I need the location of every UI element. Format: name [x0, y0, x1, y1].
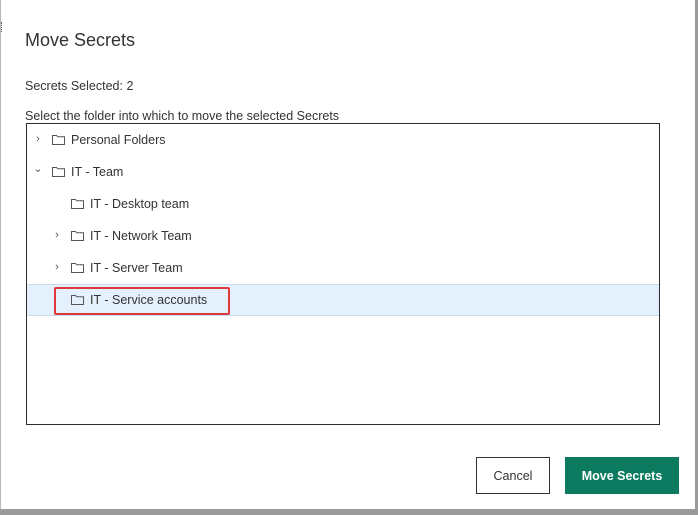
dialog-title: Move Secrets: [25, 30, 136, 50]
folder-icon: [52, 134, 65, 145]
folder-icon: [71, 294, 84, 305]
chevron-right-icon[interactable]: ›: [52, 229, 62, 241]
resize-mark: [1, 22, 4, 32]
tree-node-label: Personal Folders: [71, 133, 166, 147]
tree-node-label: IT - Team: [71, 165, 124, 179]
tree-node-it-service-accounts[interactable]: IT - Service accounts: [27, 284, 659, 316]
move-secrets-dialog: Move Secrets Secrets Selected: 2 Select …: [0, 0, 695, 509]
folder-icon: [71, 198, 84, 209]
chevron-down-icon[interactable]: ⌄: [33, 163, 43, 175]
folder-icon: [71, 262, 84, 273]
tree-node-label: IT - Desktop team: [90, 197, 190, 211]
tree-node-it-team[interactable]: ⌄ IT - Team: [27, 156, 659, 188]
tree-node-it-desktop-team[interactable]: IT - Desktop team: [27, 188, 659, 220]
folder-icon: [52, 166, 65, 177]
chevron-right-icon[interactable]: ›: [33, 133, 43, 145]
chevron-right-icon[interactable]: ›: [52, 261, 62, 273]
move-secrets-button[interactable]: Move Secrets: [565, 457, 679, 494]
tree-node-it-server-team[interactable]: › IT - Server Team: [27, 252, 659, 284]
tree-node-personal-folders[interactable]: › Personal Folders: [27, 124, 659, 156]
cancel-button[interactable]: Cancel: [476, 457, 550, 494]
folder-icon: [71, 230, 84, 241]
tree-node-label: IT - Network Team: [90, 229, 192, 243]
tree-node-label: IT - Server Team: [90, 261, 183, 275]
secrets-selected-count: Secrets Selected: 2: [25, 79, 134, 93]
tree-node-label: IT - Service accounts: [90, 293, 208, 307]
folder-instruction: Select the folder into which to move the…: [25, 109, 340, 123]
folder-tree: › Personal Folders ⌄ IT - Team IT - Desk…: [26, 123, 660, 425]
tree-node-it-network-team[interactable]: › IT - Network Team: [27, 220, 659, 252]
